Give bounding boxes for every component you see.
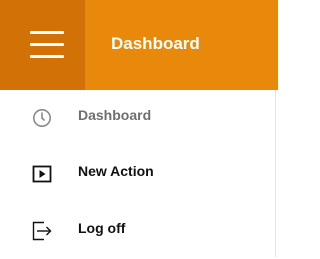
clock-icon: [32, 108, 52, 128]
menu-item-label: Log off: [78, 220, 126, 236]
app-header: Dashboard: [0, 0, 278, 90]
menu-item-label: New Action: [78, 163, 154, 179]
menu-item-dashboard[interactable]: Dashboard: [0, 90, 275, 146]
play-icon: [32, 164, 52, 184]
menu-item-new-action[interactable]: New Action: [0, 146, 275, 202]
logout-icon: [32, 221, 52, 241]
menu-item-label: Dashboard: [78, 107, 152, 123]
menu-item-log-off[interactable]: Log off: [0, 203, 275, 259]
page-title: Dashboard: [111, 34, 200, 53]
side-menu: Dashboard New Action Log off: [0, 90, 276, 257]
menu-toggle-button[interactable]: [0, 0, 85, 90]
